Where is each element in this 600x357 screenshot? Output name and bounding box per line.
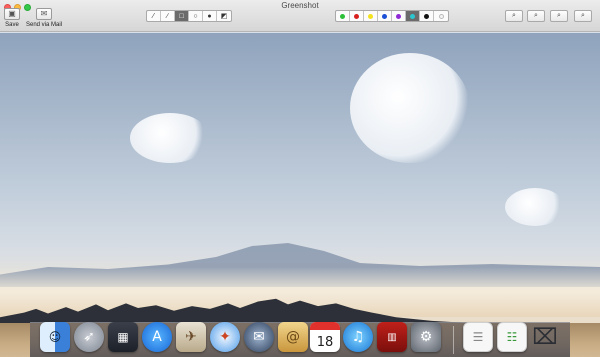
color-palette <box>335 10 449 22</box>
color-black-button[interactable] <box>420 11 434 21</box>
launchpad-icon[interactable]: ➶ <box>74 322 104 352</box>
cloud <box>350 53 470 163</box>
contacts-icon[interactable]: @ <box>278 322 308 352</box>
drop-icon: ● <box>207 12 212 20</box>
mail-icon[interactable]: ✉ <box>244 322 274 352</box>
greenshot-window: Greenshot ▣ Save ✉ Send via Mail ⁄ ∕ □ ○… <box>0 0 600 357</box>
music-note-icon: ♫ <box>351 329 365 345</box>
rectangle-icon: □ <box>179 12 184 20</box>
color-swatch <box>368 13 373 19</box>
rectangle-tool-button[interactable]: □ <box>175 11 189 21</box>
floppy-disk-icon: ▣ <box>4 8 20 20</box>
at-sign-icon: @ <box>286 329 300 345</box>
pencil-icon: ⁄ <box>152 12 155 20</box>
cloud <box>130 113 210 163</box>
color-green-button[interactable] <box>336 11 350 21</box>
titlebar: Greenshot ▣ Save ✉ Send via Mail ⁄ ∕ □ ○… <box>0 0 600 32</box>
color-swatch <box>382 13 387 19</box>
pencil-tool-button[interactable]: ⁄ <box>147 11 161 21</box>
windows-icon: ▦ <box>117 330 129 344</box>
magnifier-icon: ⌕ <box>557 12 561 19</box>
itunes-icon[interactable]: ♫ <box>343 322 373 352</box>
compass-icon: ✦ <box>219 329 231 345</box>
send-via-mail-button[interactable]: ✉ Send via Mail <box>26 8 62 28</box>
safari-icon[interactable]: ✦ <box>210 322 240 352</box>
trash-can-icon: ⌧ <box>532 324 558 350</box>
crop-icon: ◩ <box>220 12 228 20</box>
calendar-header <box>310 322 340 330</box>
send-via-mail-label: Send via Mail <box>26 22 63 28</box>
dock-separator <box>453 326 454 354</box>
magnifier-icon: ⌕ <box>581 12 585 19</box>
document-with-badge-icon: ☷ <box>506 330 518 344</box>
screenshot-canvas[interactable] <box>0 33 600 357</box>
drawing-tools-group: ⁄ ∕ □ ○ ● ◩ <box>146 10 232 22</box>
trash-icon[interactable]: ⌧ <box>530 322 560 352</box>
color-swatch <box>410 13 415 19</box>
line-tool-button[interactable]: ∕ <box>161 11 175 21</box>
finder-face-icon: ☺ <box>48 330 62 344</box>
envelope-icon: ✉ <box>36 8 53 20</box>
color-swatch <box>438 13 444 19</box>
magnifier-icon: ⌕ <box>534 12 538 19</box>
color-white-button[interactable] <box>434 11 448 21</box>
fill-tool-button[interactable]: ● <box>203 11 217 21</box>
bird-icon: ✈ <box>185 329 197 345</box>
envelope-icon: ✉ <box>253 329 265 345</box>
line-icon: ∕ <box>166 12 169 20</box>
save-button[interactable]: ▣ Save <box>4 8 20 28</box>
cloud <box>505 188 565 226</box>
rocket-icon: ➶ <box>83 329 95 345</box>
color-blue-button[interactable] <box>378 11 392 21</box>
ellipse-icon: ○ <box>193 12 198 20</box>
calendar-icon[interactable]: 18 <box>310 322 340 352</box>
finder-icon[interactable]: ☺ <box>40 322 70 352</box>
zoom-out-button[interactable]: ⌕ <box>505 10 523 22</box>
film-icon: ▥ <box>387 331 397 343</box>
mission-control-icon[interactable]: ▦ <box>108 322 138 352</box>
crop-tool-button[interactable]: ◩ <box>217 11 231 21</box>
system-preferences-icon[interactable]: ⚙ <box>411 322 441 352</box>
color-red-button[interactable] <box>350 11 364 21</box>
app-store-icon[interactable]: A <box>142 322 172 352</box>
magnifier-icon: ⌕ <box>512 12 516 19</box>
color-yellow-button[interactable] <box>364 11 378 21</box>
gear-icon: ⚙ <box>419 329 433 345</box>
color-cyan-button[interactable] <box>406 11 420 21</box>
preview-icon[interactable]: ✈ <box>176 322 206 352</box>
document-icon[interactable]: ☰ <box>463 322 493 352</box>
color-swatch <box>354 13 359 19</box>
color-swatch <box>396 13 401 19</box>
downloads-icon[interactable]: ☷ <box>497 322 527 352</box>
app-store-glyph-icon: A <box>152 329 162 345</box>
ellipse-tool-button[interactable]: ○ <box>189 11 203 21</box>
photo-booth-icon[interactable]: ▥ <box>377 322 407 352</box>
color-purple-button[interactable] <box>392 11 406 21</box>
color-swatch <box>340 13 345 19</box>
text-document-icon: ☰ <box>472 330 484 344</box>
save-label: Save <box>5 22 19 28</box>
calendar-day: 18 <box>316 335 334 350</box>
window-title: Greenshot <box>281 1 319 10</box>
color-swatch <box>424 13 429 19</box>
zoom-in-button[interactable]: ⌕ <box>527 10 545 22</box>
zoom-actual-button[interactable]: ⌕ <box>574 10 592 22</box>
zoom-fit-button[interactable]: ⌕ <box>550 10 568 22</box>
